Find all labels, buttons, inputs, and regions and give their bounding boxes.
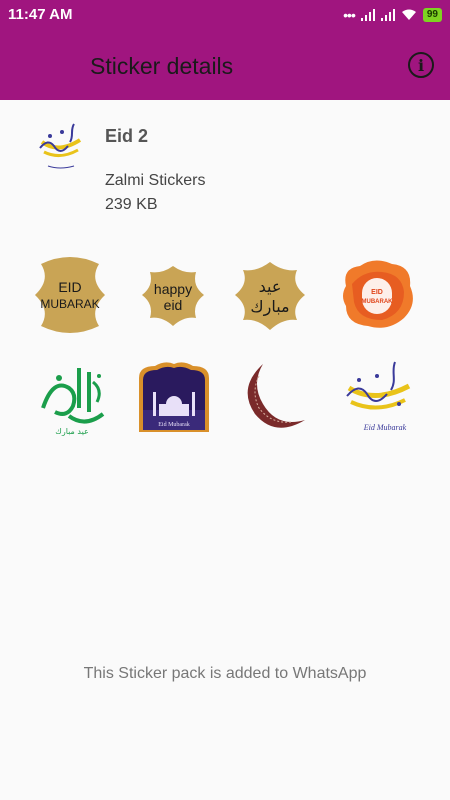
pack-tray-icon — [39, 123, 82, 169]
sticker-blue-yellow-calligraphy[interactable]: Eid Mubarak — [339, 358, 417, 436]
sticker-watercolor-badge[interactable]: EID MUBARAK — [338, 256, 416, 334]
sticker-arabic-eid[interactable]: عيد مبارك — [231, 256, 309, 334]
status-bar: 11:47 AM ••• 99 — [0, 0, 450, 30]
sticker-crescent-moon[interactable] — [233, 358, 311, 436]
status-time: 11:47 AM — [8, 6, 73, 23]
sticker-image: Eid Mubarak — [346, 361, 411, 432]
sticker-image — [247, 364, 305, 428]
sticker-image: EID MUBARAK — [343, 260, 413, 328]
signal-icon — [380, 9, 395, 21]
sticker-text: عيد — [259, 277, 282, 296]
pack-name: Eid 2 — [105, 126, 149, 146]
battery-icon: 99 — [422, 8, 442, 22]
sticker-image: عيد مبارك — [235, 262, 305, 330]
sticker-image: happy eid — [142, 266, 204, 326]
info-icon[interactable]: i — [408, 52, 434, 78]
sticker-text: Eid Mubarak — [363, 423, 407, 432]
sticker-eid-mubarak[interactable]: EID MUBARAK — [31, 256, 109, 334]
sticker-text: Eid Mubarak — [158, 422, 190, 428]
sticker-text: EID — [58, 279, 81, 295]
sticker-green-calligraphy[interactable]: عيد مبارك — [33, 358, 111, 436]
sticker-text: EID — [371, 289, 383, 296]
added-to-whatsapp-message: This Sticker pack is added to WhatsApp — [83, 665, 367, 682]
sticker-text: MUBARAK — [40, 297, 99, 311]
app-bar: Sticker details i — [0, 30, 450, 100]
signal-icon — [360, 9, 375, 21]
sticker-text: MUBARAK — [362, 299, 394, 305]
page-title: Sticker details — [90, 53, 234, 79]
sticker-image: EID MUBARAK — [35, 257, 105, 333]
wifi-icon — [401, 9, 416, 20]
sticker-image: Eid Mubarak — [139, 362, 209, 432]
status-icons: ••• 99 — [343, 7, 442, 23]
sticker-text: عيد مبارك — [55, 427, 89, 436]
sticker-text: happy — [154, 281, 192, 297]
sticker-text: eid — [164, 297, 183, 313]
sticker-text: مبارك — [250, 297, 289, 317]
sticker-happy-eid[interactable]: happy eid — [134, 256, 212, 334]
sticker-mosque-card[interactable]: Eid Mubarak — [135, 358, 213, 436]
pack-size: 239 KB — [105, 196, 158, 213]
sticker-image: عيد مبارك — [41, 368, 105, 436]
pack-publisher: Zalmi Stickers — [105, 172, 206, 189]
dots-icon: ••• — [343, 7, 356, 23]
